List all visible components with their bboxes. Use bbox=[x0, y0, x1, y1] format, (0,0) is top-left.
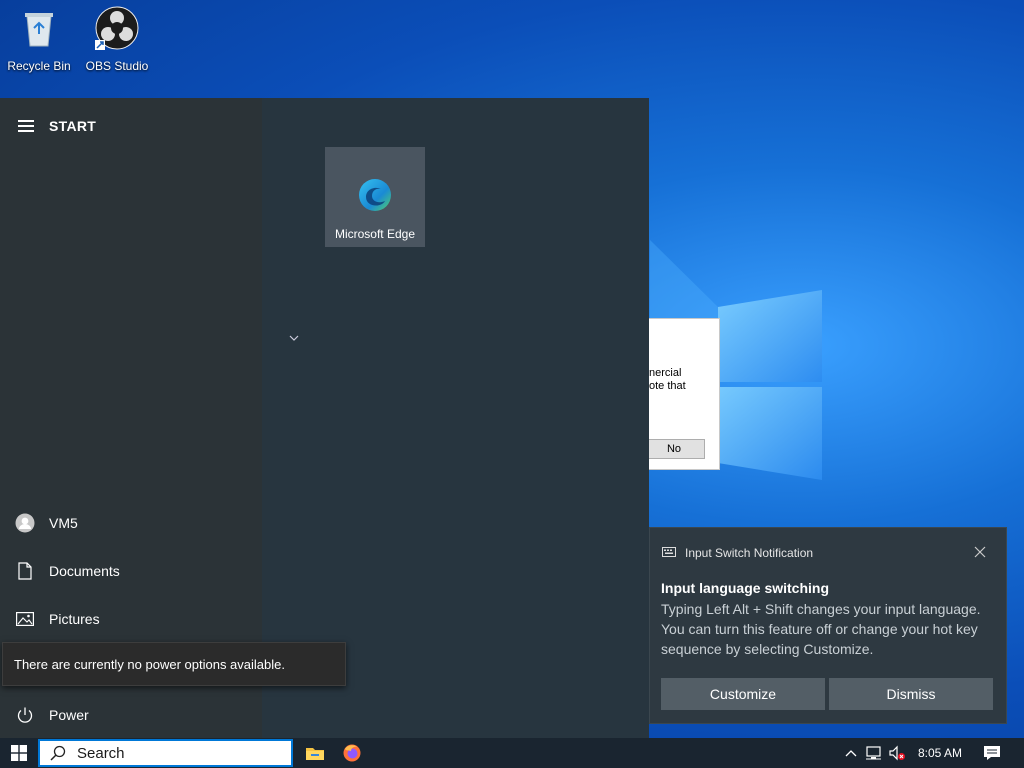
input-switch-notification: Input Switch Notification Input language… bbox=[649, 527, 1007, 724]
start-menu-header[interactable]: START bbox=[0, 110, 262, 142]
search-placeholder: Search bbox=[77, 744, 125, 762]
file-explorer-icon[interactable] bbox=[305, 743, 325, 763]
chevron-up-icon[interactable] bbox=[842, 745, 860, 761]
volume-muted-icon[interactable] bbox=[888, 745, 906, 761]
notification-app-name: Input Switch Notification bbox=[685, 546, 814, 560]
start-item-pictures[interactable]: Pictures bbox=[0, 599, 262, 639]
tile-microsoft-edge[interactable]: Microsoft Edge bbox=[325, 147, 425, 247]
no-button[interactable]: No bbox=[643, 439, 705, 459]
start-item-label: Power bbox=[49, 707, 89, 723]
user-avatar-icon bbox=[15, 513, 35, 533]
power-icon bbox=[15, 705, 35, 725]
customize-button[interactable]: Customize bbox=[661, 678, 825, 710]
start-title: START bbox=[49, 118, 97, 134]
network-icon[interactable] bbox=[865, 745, 883, 761]
dialog-text-line: ote that bbox=[649, 380, 686, 392]
close-icon[interactable] bbox=[974, 546, 986, 558]
hamburger-menu-icon[interactable] bbox=[18, 120, 34, 132]
start-item-user[interactable]: VM5 bbox=[0, 503, 262, 543]
start-item-label: VM5 bbox=[49, 515, 78, 531]
edge-icon bbox=[359, 179, 391, 211]
notification-title: Input language switching bbox=[661, 580, 829, 596]
start-item-label: Documents bbox=[49, 563, 120, 579]
desktop-icon-label: Recycle Bin bbox=[7, 59, 71, 73]
taskbar-clock[interactable]: 8:05 AM bbox=[918, 738, 962, 768]
start-item-label: Pictures bbox=[49, 611, 100, 627]
taskbar: Search 8:05 AM bbox=[0, 738, 1024, 768]
dialog-text-line: nercial bbox=[649, 367, 682, 379]
tile-label: Microsoft Edge bbox=[334, 227, 416, 241]
recycle-bin-icon bbox=[25, 13, 53, 47]
background-dialog-text: nercial ote that bbox=[649, 367, 686, 393]
chevron-down-icon[interactable] bbox=[286, 330, 302, 346]
obs-studio-icon bbox=[95, 6, 139, 50]
keyboard-icon bbox=[662, 547, 676, 557]
notification-header: Input Switch Notification bbox=[662, 546, 813, 560]
desktop-icon-obs-studio[interactable]: OBS Studio bbox=[79, 6, 155, 73]
start-menu: START VM5 Documents Pictures Power Micro… bbox=[0, 98, 649, 738]
search-icon bbox=[50, 745, 66, 761]
start-button[interactable] bbox=[0, 738, 38, 768]
start-item-documents[interactable]: Documents bbox=[0, 551, 262, 591]
windows-start-icon bbox=[11, 745, 27, 761]
document-icon bbox=[15, 561, 35, 581]
firefox-icon[interactable] bbox=[342, 743, 362, 763]
action-center-icon[interactable] bbox=[983, 745, 1001, 761]
power-tooltip: There are currently no power options ava… bbox=[2, 642, 346, 686]
desktop-icon-label: OBS Studio bbox=[85, 59, 149, 73]
dismiss-button[interactable]: Dismiss bbox=[829, 678, 993, 710]
notification-body: Typing Left Alt + Shift changes your inp… bbox=[661, 601, 981, 657]
start-item-power[interactable]: Power bbox=[0, 695, 262, 735]
pictures-icon bbox=[15, 609, 35, 629]
desktop-icon-recycle-bin[interactable]: Recycle Bin bbox=[1, 6, 77, 73]
search-input[interactable]: Search bbox=[38, 739, 293, 767]
